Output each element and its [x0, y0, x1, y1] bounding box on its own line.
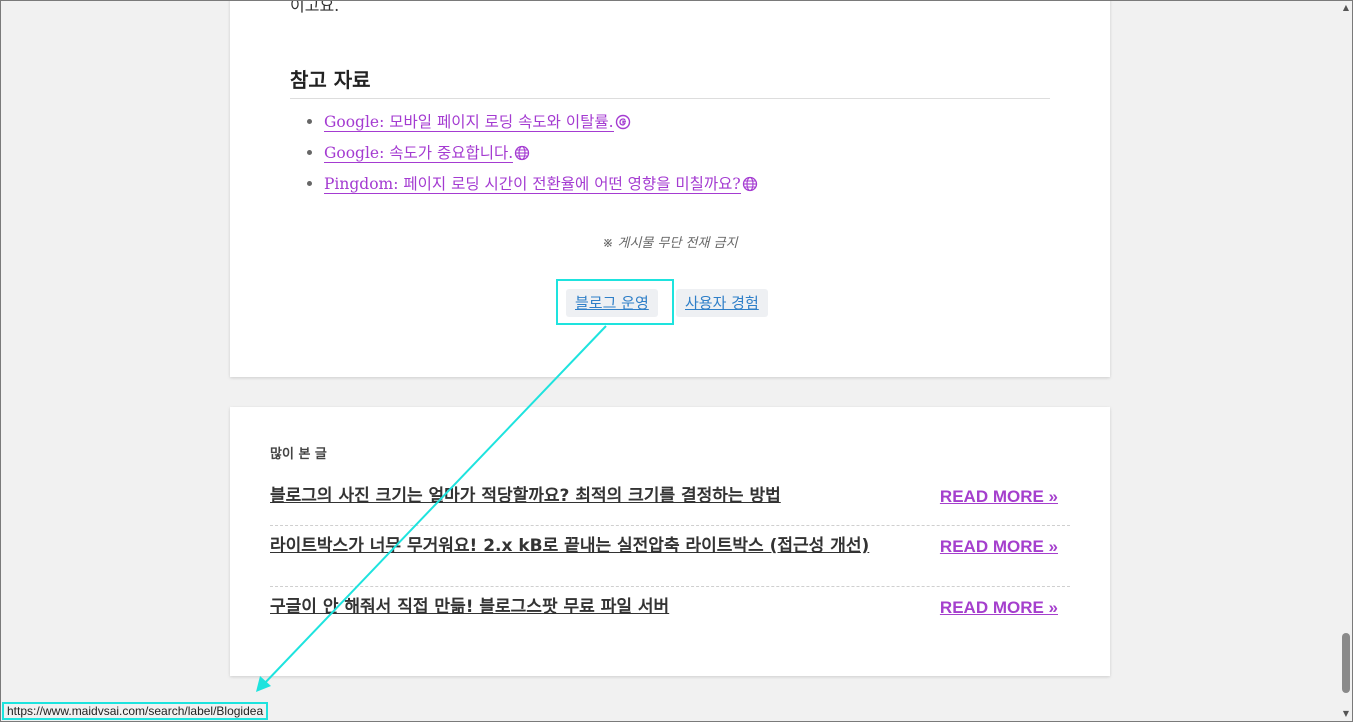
popular-post-title[interactable]: 구글이 안 해줘서 직접 만듦! 블로그스팟 무료 파일 서버 — [270, 592, 669, 617]
popular-posts-title: 많이 본 글 — [270, 447, 327, 462]
list-item: Google: 속도가 중요합니다. — [324, 141, 758, 172]
globe-icon — [742, 176, 757, 192]
references-list: Google: 모바일 페이지 로딩 속도와 이탈률. Google: 속도가 … — [290, 110, 758, 203]
read-more-link[interactable]: READ MORE » — [940, 537, 1058, 557]
article-card: 이고요. 참고 자료 Google: 모바일 페이지 로딩 속도와 이탈률. G… — [230, 0, 1110, 377]
reference-link-google-mobile-speed[interactable]: Google: 모바일 페이지 로딩 속도와 이탈률. — [324, 113, 614, 132]
list-item: Google: 모바일 페이지 로딩 속도와 이탈률. — [324, 110, 758, 141]
read-more-link[interactable]: READ MORE » — [940, 598, 1058, 618]
tag-user-experience[interactable]: 사용자 경험 — [676, 289, 768, 317]
popular-post-row: 블로그의 사진 크기는 얼마가 적당할까요? 최적의 크기를 결정하는 방법 R… — [270, 475, 1070, 526]
status-bar-url: https://www.maidvsai.com/search/label/Bl… — [2, 702, 269, 720]
reference-link-pingdom[interactable]: Pingdom: 페이지 로딩 시간이 전환율에 어떤 영향을 미칠까요? — [324, 175, 741, 194]
vertical-scrollbar[interactable]: ▲ ▼ — [1340, 1, 1352, 721]
reference-link-google-speed-matters[interactable]: Google: 속도가 중요합니다. — [324, 144, 514, 163]
scroll-down-arrow-icon[interactable]: ▼ — [1340, 707, 1352, 721]
popular-post-title[interactable]: 라이트박스가 너무 무거워요! 2.x kB로 끝내는 실전압축 라이트박스 (… — [270, 531, 869, 556]
read-more-link[interactable]: READ MORE » — [940, 487, 1058, 507]
copyright-notice: ※ 게시물 무단 전재 금지 — [602, 236, 738, 251]
google-icon — [615, 114, 630, 130]
scroll-up-arrow-icon[interactable]: ▲ — [1340, 1, 1352, 15]
annotation-highlight-box — [556, 279, 674, 325]
popular-post-row: 라이트박스가 너무 무거워요! 2.x kB로 끝내는 실전압축 라이트박스 (… — [270, 525, 1070, 587]
popular-post-row: 구글이 안 해줘서 직접 만듦! 블로그스팟 무료 파일 서버 READ MOR… — [270, 586, 1070, 647]
scrollbar-thumb[interactable] — [1342, 633, 1350, 693]
popular-posts-widget: 많이 본 글 블로그의 사진 크기는 얼마가 적당할까요? 최적의 크기를 결정… — [230, 407, 1110, 676]
popular-post-title[interactable]: 블로그의 사진 크기는 얼마가 적당할까요? 최적의 크기를 결정하는 방법 — [270, 481, 781, 506]
globe-icon — [515, 145, 530, 161]
article-cut-off-text: 이고요. — [290, 0, 340, 15]
list-item: Pingdom: 페이지 로딩 시간이 전환율에 어떤 영향을 미칠까요? — [324, 172, 758, 203]
references-heading: 참고 자료 — [290, 64, 1050, 99]
